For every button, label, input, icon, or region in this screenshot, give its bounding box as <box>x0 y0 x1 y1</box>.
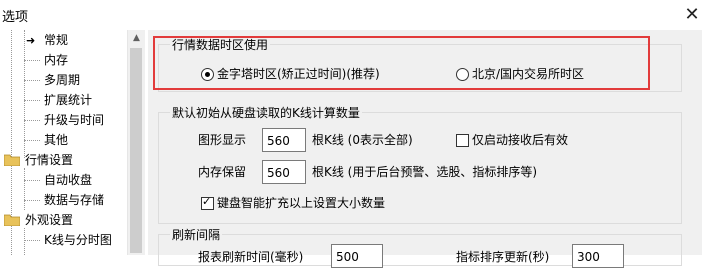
tree-guide-line <box>24 80 40 81</box>
indicator-sort-label: 指标排序更新(秒) <box>456 250 550 264</box>
tree-guide-line <box>24 180 40 181</box>
report-refresh-label: 报表刷新时间(毫秒) <box>198 250 304 264</box>
tree-item-market-settings[interactable]: 行情设置 <box>25 150 73 170</box>
folder-icon <box>4 154 20 166</box>
scroll-thumb[interactable] <box>130 48 142 253</box>
tree-guide-line <box>24 168 25 210</box>
title-bar: 选项 ✕ <box>0 0 702 30</box>
smart-expand-checkbox[interactable] <box>201 195 214 210</box>
indicator-sort-input[interactable]: 300 <box>572 244 624 268</box>
startup-only-label[interactable]: 仅启动接收后有效 <box>472 132 568 148</box>
tree-guide-line <box>24 140 40 141</box>
display-count-unit: 根K线 (0表示全部) <box>312 133 413 147</box>
display-count-label: 图形显示 <box>198 133 247 147</box>
tree-item-data-storage[interactable]: 数据与存储 <box>44 190 104 210</box>
memory-count-label: 内存保留 <box>198 165 247 179</box>
tree-item-upgrade-time[interactable]: 升级与时间 <box>44 110 104 130</box>
tree-item-extended-stats[interactable]: 扩展统计 <box>44 90 92 110</box>
tree-item-general[interactable]: 常规 <box>44 30 68 50</box>
tree-item-appearance[interactable]: 外观设置 <box>25 210 73 230</box>
folder-icon <box>4 214 20 226</box>
tree-guide-line <box>24 200 40 201</box>
highlight-box <box>153 36 650 90</box>
memory-count-unit: 根K线 (用于后台预警、选股、指标排序等) <box>312 165 538 179</box>
window-title: 选项 <box>2 10 29 25</box>
smart-expand-label[interactable]: 键盘智能扩充以上设置大小数量 <box>217 195 385 211</box>
tree-item-multi-period[interactable]: 多周期 <box>44 70 80 90</box>
report-refresh-input[interactable]: 500 <box>331 244 383 268</box>
tree-guide-line <box>24 228 25 255</box>
kline-count-group-label: 默认初始从硬盘读取的K线计算数量 <box>170 104 362 121</box>
options-tree: ➜ 常规 内存 多周期 扩展统计 升级与时间 其他 行情设置 自动收盘 数据与存… <box>0 30 148 255</box>
tree-guide-line <box>24 240 40 241</box>
tree-item-other[interactable]: 其他 <box>44 130 68 150</box>
tree-guide-line <box>24 120 40 121</box>
tree-guide-line <box>24 30 25 158</box>
selected-arrow-icon: ➜ <box>26 34 36 47</box>
memory-count-input[interactable]: 560 <box>262 160 306 184</box>
refresh-group-label: 刷新间隔 <box>170 226 223 243</box>
tree-item-memory[interactable]: 内存 <box>44 50 68 70</box>
tree-guide-line <box>24 60 40 61</box>
tree-scrollbar[interactable]: ▲ <box>127 30 145 255</box>
display-count-input[interactable]: 560 <box>262 128 306 152</box>
close-icon[interactable]: ✕ <box>681 4 702 26</box>
tree-item-auto-close[interactable]: 自动收盘 <box>44 170 92 190</box>
scroll-up-icon[interactable]: ▲ <box>128 30 145 47</box>
tree-guide-line <box>24 100 40 101</box>
tree-item-kline-timeshare[interactable]: K线与分时图 <box>44 230 112 250</box>
startup-only-checkbox[interactable] <box>456 134 469 147</box>
